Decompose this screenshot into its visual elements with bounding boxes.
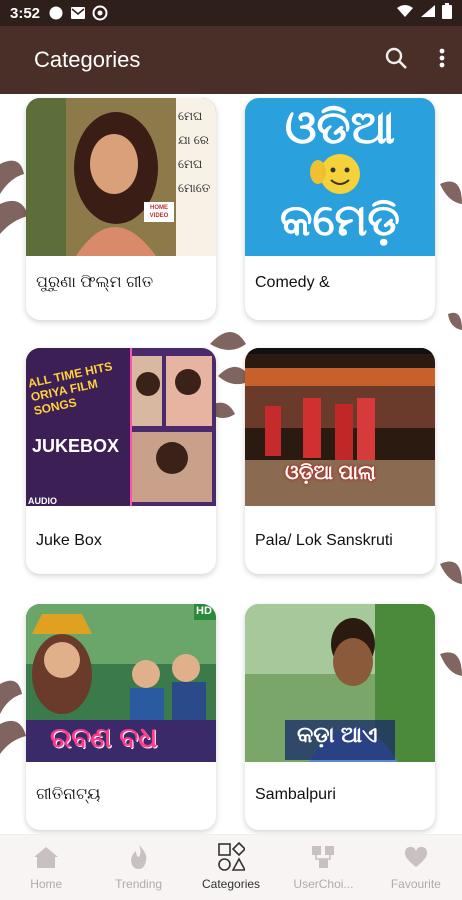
bottom-navigation: Home Trending Categories UserChoi... Fav…: [0, 834, 462, 900]
home-icon: [32, 843, 60, 871]
nav-user-choice[interactable]: UserChoi...: [277, 835, 369, 900]
thumbnail-title-top: ଓଡିଆ: [284, 101, 396, 153]
app-bar: Categories: [0, 26, 462, 94]
nav-favourite[interactable]: Favourite: [370, 835, 462, 900]
wifi-icon: [396, 4, 414, 22]
app-bar-actions: [370, 26, 462, 94]
nav-label: Categories: [202, 877, 261, 891]
status-bar: 3:52: [0, 0, 462, 26]
signal-icon: [420, 4, 436, 22]
category-label: Sambalpuri: [255, 786, 336, 803]
thumbnail-badge: AUDIO: [28, 496, 57, 506]
thumbnail-badge: HOME VIDEO: [149, 205, 169, 219]
category-card[interactable]: ମେଘ ଯା ରେ ମେଘ ମୋତେ HOME VIDEO ପୁରୁଣା ଫିଲ…: [26, 98, 216, 320]
nav-categories[interactable]: Categories: [185, 835, 277, 900]
category-label: Pala/ Lok Sanskruti: [255, 532, 393, 549]
thumbnail-title-bottom: କମେଡ଼ି: [279, 196, 401, 245]
category-thumbnail: ଓଡିଆ କମେଡ଼ି: [245, 98, 435, 256]
nav-label: Trending: [115, 877, 163, 891]
status-right: [396, 3, 452, 23]
category-label: Comedy &: [255, 274, 330, 291]
thumbnail-title-bottom: JUKEBOX: [32, 436, 120, 456]
user-choice-icon: [309, 843, 337, 871]
category-card[interactable]: କଡ଼ା ଆଏ Sambalpuri: [245, 604, 435, 830]
nav-home[interactable]: Home: [0, 835, 92, 900]
category-card[interactable]: ଓଡିଆ କମେଡ଼ି Comedy &: [245, 98, 435, 320]
heart-icon: [402, 843, 430, 871]
overflow-menu-button[interactable]: [422, 26, 462, 94]
nav-label: UserChoi...: [293, 877, 354, 891]
search-button[interactable]: [370, 26, 422, 94]
thumbnail-badge: HD: [196, 605, 212, 617]
category-thumbnail: କଡ଼ା ଆଏ: [245, 604, 435, 762]
category-thumbnail: ରବଣ ବଧ HD: [26, 604, 216, 762]
category-label: ପୁରୁଣା ଫିଲ୍ମ ଗୀତ: [36, 274, 154, 291]
category-thumbnail: ଓଡ଼ିଆ ପାଲା: [245, 348, 435, 506]
thumbnail-caption: ଓଡ଼ିଆ ପାଲା: [285, 462, 376, 484]
category-thumbnail: ALL TIME HITS ORIYA FILM SONGS JUKEBOX A…: [26, 348, 216, 506]
sync-icon: [92, 5, 108, 21]
category-card[interactable]: ALL TIME HITS ORIYA FILM SONGS JUKEBOX A…: [26, 348, 216, 574]
category-label: Juke Box: [36, 532, 102, 549]
thumbnail-caption: କଡ଼ା ଆଏ: [297, 722, 378, 747]
more-vert-icon: [439, 48, 445, 73]
search-icon: [384, 46, 408, 75]
page-title: Categories: [34, 47, 141, 72]
nav-label: Home: [30, 877, 63, 891]
flame-icon: [125, 843, 153, 871]
thumbnail-caption: ମେଘ ଯା ରେ ମେଘ ମୋତେ: [178, 109, 211, 195]
gmail-icon: [70, 5, 86, 21]
battery-icon: [442, 3, 452, 23]
category-card[interactable]: ଓଡ଼ିଆ ପାଲା Pala/ Lok Sanskruti: [245, 348, 435, 574]
nav-label: Favourite: [390, 877, 441, 891]
notification-dot-icon: [48, 5, 64, 21]
category-thumbnail: ମେଘ ଯା ରେ ମେଘ ମୋତେ HOME VIDEO: [26, 98, 216, 256]
status-time: 3:52: [10, 4, 41, 22]
categories-icon: [217, 842, 246, 871]
thumbnail-caption: ରବଣ ବଧ: [50, 722, 158, 753]
category-card[interactable]: ରବଣ ବଧ HD ଗୀତିନାଟ୍ୟ: [26, 604, 216, 830]
nav-trending[interactable]: Trending: [92, 835, 184, 900]
category-label: ଗୀତିନାଟ୍ୟ: [36, 786, 101, 803]
category-grid[interactable]: ମେଘ ଯା ରେ ମେଘ ମୋତେ HOME VIDEO ପୁରୁଣା ଫିଲ…: [0, 94, 462, 834]
